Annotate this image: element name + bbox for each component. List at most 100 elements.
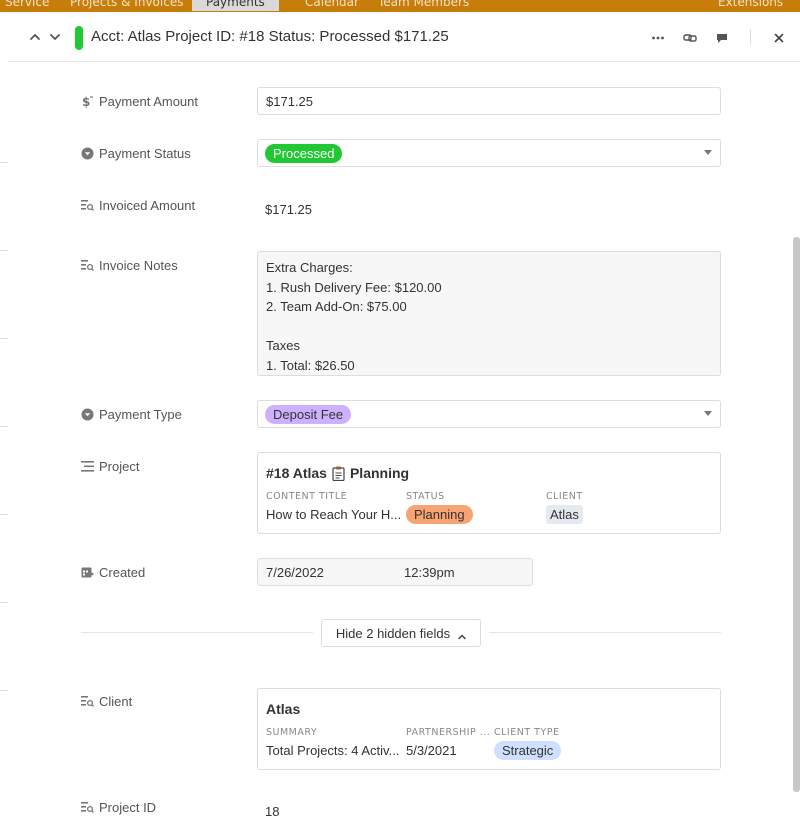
comment-icon[interactable] xyxy=(714,30,730,46)
client-summary-column: SUMMARY Total Projects: 4 Activ... xyxy=(266,727,399,758)
field-label-text: Created xyxy=(99,565,146,580)
field-label-text: Invoiced Amount xyxy=(99,198,196,213)
single-select-icon xyxy=(81,147,94,160)
field-label-text: Payment Status xyxy=(99,146,191,161)
invoiced-amount-value: $171.25 xyxy=(265,202,312,217)
field-label-text: Payment Type xyxy=(99,407,182,422)
project-card-title: #18 Atlas Planning xyxy=(266,465,409,481)
client-card-title: Atlas xyxy=(266,701,301,717)
chevron-up-icon xyxy=(458,629,466,640)
lookup-icon xyxy=(81,801,94,814)
field-label-text: Invoice Notes xyxy=(99,258,178,273)
project-status-column: STATUS Planning xyxy=(406,491,473,524)
lookup-icon xyxy=(81,199,94,212)
previous-record-icon[interactable] xyxy=(28,30,42,44)
bg-tab-payments[interactable]: Payments xyxy=(192,0,279,11)
invoice-notes-line xyxy=(266,317,712,337)
column-header: SUMMARY xyxy=(266,727,318,738)
record-color-indicator xyxy=(75,26,83,50)
client-partnership-column: PARTNERSHIP ... 5/3/2021 xyxy=(406,727,490,758)
payment-type-select[interactable]: Deposit Fee xyxy=(257,400,721,428)
project-content-title-column: CONTENT TITLE How to Reach Your H... xyxy=(266,491,401,522)
client-type-pill: Strategic xyxy=(494,741,562,760)
field-label-project-id: Project ID xyxy=(81,800,156,815)
lookup-icon xyxy=(81,695,94,708)
client-chip: Atlas xyxy=(546,505,583,524)
column-header: CLIENT xyxy=(546,491,583,502)
field-label-payment-status: Payment Status xyxy=(81,146,191,161)
field-label-project: Project xyxy=(81,459,139,474)
field-label-text: Project xyxy=(99,459,140,474)
modal-header: Acct: Atlas Project ID: #18 Status: Proc… xyxy=(8,12,800,62)
background-grid-edge xyxy=(0,12,8,833)
bg-tab-calendar[interactable]: Calendar xyxy=(305,0,359,9)
close-icon[interactable] xyxy=(771,30,787,46)
client-type-column: CLIENT TYPE Strategic xyxy=(494,727,562,760)
created-datetime-field: 7/26/2022 12:39pm xyxy=(257,558,533,586)
invoice-notes-line: Taxes xyxy=(266,338,300,353)
single-select-icon xyxy=(81,408,94,421)
hide-hidden-fields-label: Hide 2 hidden fields xyxy=(335,625,451,641)
client-linked-card[interactable]: Atlas SUMMARY Total Projects: 4 Activ...… xyxy=(257,688,721,770)
created-time: 12:39pm xyxy=(404,565,455,580)
lookup-icon xyxy=(81,259,94,272)
record-title: Acct: Atlas Project ID: #18 Status: Proc… xyxy=(91,28,449,45)
column-header: PARTNERSHIP ... xyxy=(406,727,491,738)
field-label-payment-amount: $ Payment Amount xyxy=(81,94,198,109)
column-value: 5/3/2021 xyxy=(406,743,457,758)
field-label-invoice-notes: Invoice Notes xyxy=(81,258,178,273)
column-header: CONTENT TITLE xyxy=(266,491,348,502)
field-label-client: Client xyxy=(81,694,132,709)
payment-type-pill: Deposit Fee xyxy=(265,405,352,424)
field-label-invoiced-amount: Invoiced Amount xyxy=(81,198,195,213)
copy-link-icon[interactable] xyxy=(682,30,698,46)
project-card-title-suffix: Planning xyxy=(349,465,410,481)
project-id-value: 18 xyxy=(265,804,280,819)
column-value-wrap: Planning xyxy=(406,505,473,524)
created-date: 7/26/2022 xyxy=(266,565,324,580)
project-client-column: CLIENT Atlas xyxy=(546,491,583,524)
divider-left xyxy=(81,632,313,633)
column-value: Total Projects: 4 Activ... xyxy=(266,743,400,758)
invoice-notes-line: Extra Charges: xyxy=(266,260,353,275)
bg-tab-projects-invoices[interactable]: Projects & Invoices xyxy=(70,0,183,9)
invoice-notes-line: 1. Rush Delivery Fee: $120.00 xyxy=(266,279,442,295)
status-planning-pill: Planning xyxy=(406,505,473,524)
chevron-down-icon xyxy=(704,150,712,155)
invoice-notes-line: 1. Total: $26.50 xyxy=(266,357,355,373)
background-tab-bar: Service Projects & Invoices Payments Cal… xyxy=(0,0,800,12)
column-value: How to Reach Your H... xyxy=(266,507,402,522)
scrollbar[interactable] xyxy=(793,237,800,792)
record-expanded-modal: Acct: Atlas Project ID: #18 Status: Proc… xyxy=(8,12,800,833)
linked-record-icon xyxy=(81,460,94,473)
bg-tab-team-members[interactable]: Team Members xyxy=(378,0,469,9)
project-linked-card[interactable]: #18 Atlas Planning CONTENT TITLE How to … xyxy=(257,452,721,534)
field-label-text: Project ID xyxy=(99,800,157,815)
invoice-notes-line: 2. Team Add-On: $75.00 xyxy=(266,299,407,314)
field-label-payment-type: Payment Type xyxy=(81,407,182,422)
next-record-icon[interactable] xyxy=(48,30,62,44)
more-options-icon[interactable] xyxy=(650,30,666,46)
header-divider xyxy=(750,29,751,45)
invoice-notes-textarea: Extra Charges: 1. Rush Delivery Fee: $12… xyxy=(257,251,721,376)
bg-tab-extensions[interactable]: Extensions xyxy=(718,0,783,9)
bg-tab-service[interactable]: Service xyxy=(5,0,49,9)
payment-status-select[interactable]: Processed xyxy=(257,139,721,167)
column-header: STATUS xyxy=(406,491,445,502)
field-label-text: Client xyxy=(99,694,133,709)
currency-icon: $ xyxy=(81,95,94,108)
hide-hidden-fields-button[interactable]: Hide 2 hidden fields xyxy=(321,619,481,647)
calendar-icon xyxy=(81,566,94,579)
column-value-wrap: Atlas xyxy=(546,505,583,524)
chevron-down-icon xyxy=(704,411,712,416)
field-label-text: Payment Amount xyxy=(99,94,198,109)
field-label-created: Created xyxy=(81,565,145,580)
column-value-wrap: Strategic xyxy=(494,741,562,760)
clipboard-icon xyxy=(332,466,345,481)
payment-amount-input[interactable]: $171.25 xyxy=(257,87,721,115)
svg-text:$: $ xyxy=(82,95,90,108)
status-processed-pill: Processed xyxy=(265,144,343,163)
divider-right xyxy=(489,632,721,633)
column-header: CLIENT TYPE xyxy=(494,727,560,738)
project-card-title-prefix: #18 Atlas xyxy=(266,465,327,481)
